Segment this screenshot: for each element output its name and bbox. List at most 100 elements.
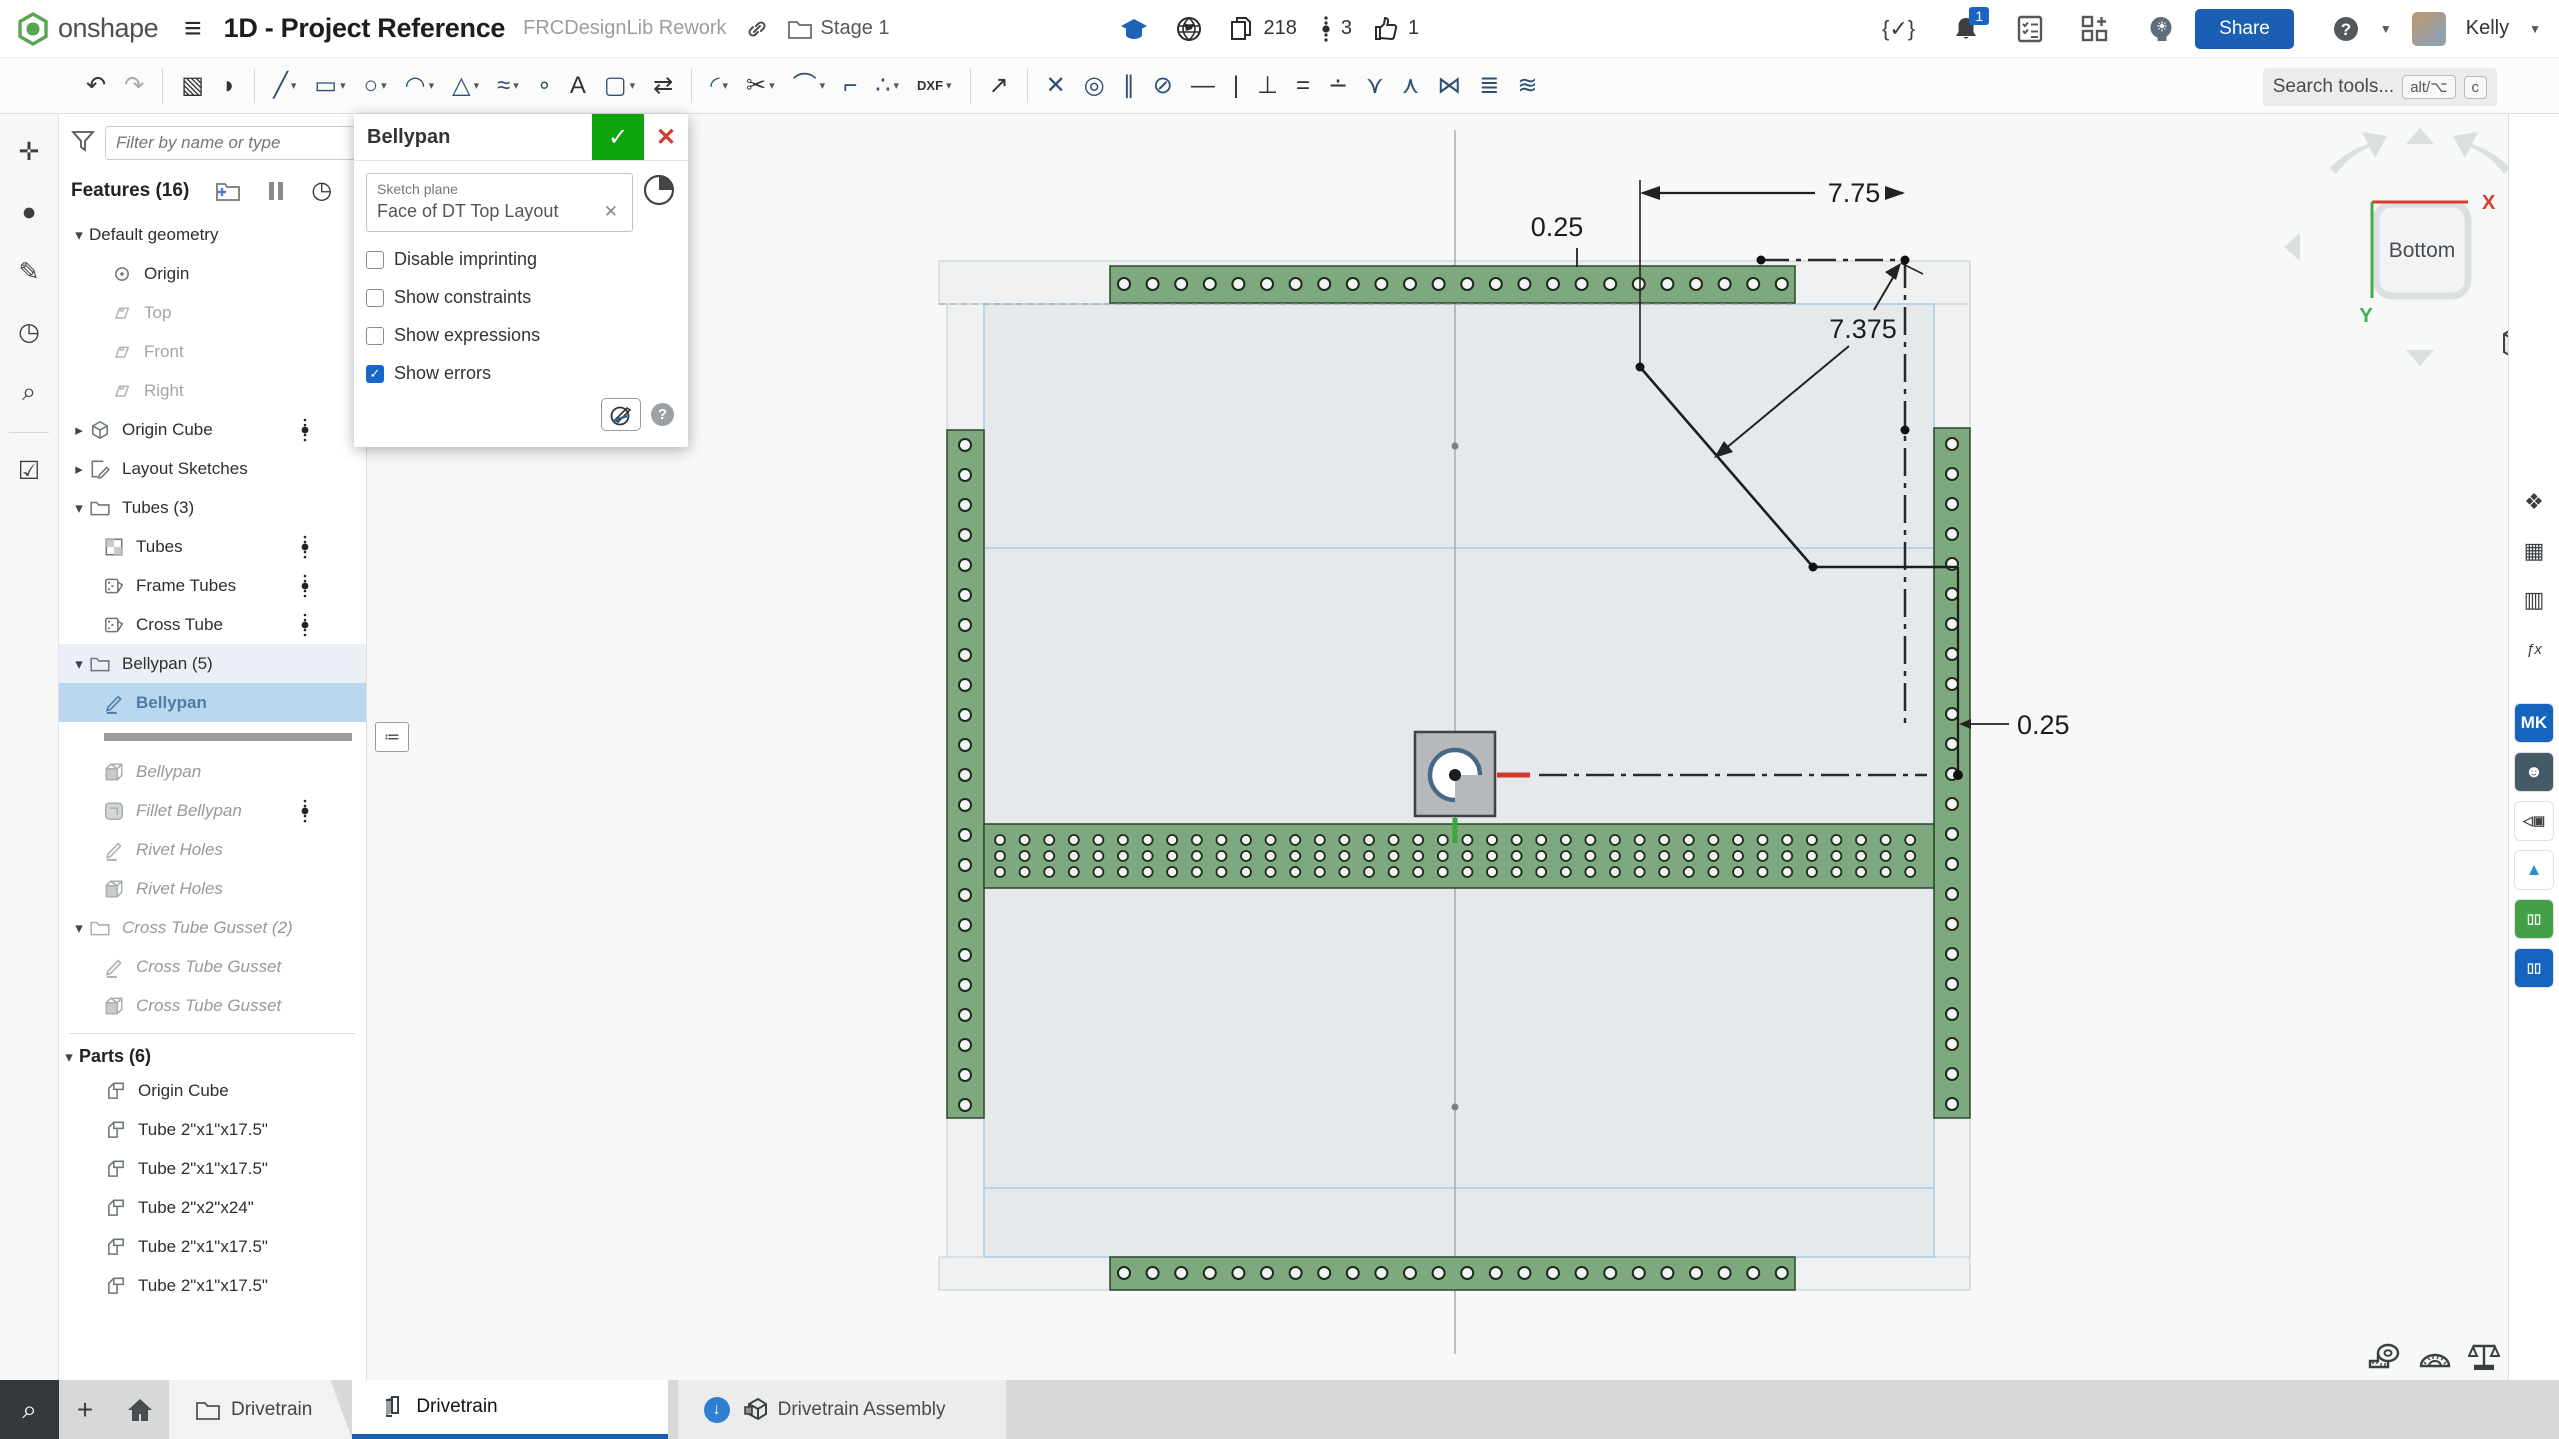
- pattern-tool-caret-icon[interactable]: ▾: [894, 79, 900, 92]
- suppress-state-icon[interactable]: [300, 417, 310, 443]
- help-icon[interactable]: ?: [2332, 15, 2360, 43]
- option-show-expressions[interactable]: Show expressions: [366, 325, 676, 346]
- share-button[interactable]: Share: [2195, 9, 2294, 49]
- feature-table-icon[interactable]: ▥: [2512, 578, 2556, 622]
- workspace-name[interactable]: Stage 1: [821, 17, 890, 40]
- import-dxf-icon[interactable]: DXF▾: [909, 75, 960, 96]
- option-show-constraints[interactable]: Show constraints: [366, 287, 676, 308]
- suppress-state-icon[interactable]: [300, 798, 310, 824]
- protractor-icon[interactable]: [2418, 1344, 2452, 1375]
- view-cube[interactable]: Bottom X Y: [2272, 122, 2508, 372]
- feature-row-origin-cube[interactable]: ▸Origin Cube: [59, 410, 366, 449]
- feature-row-cross-tube-gusset[interactable]: Cross Tube Gusset: [59, 947, 366, 986]
- middle-cross-tube[interactable]: [984, 824, 1934, 888]
- axis-point-upper[interactable]: [1452, 443, 1459, 450]
- help-lookup-icon[interactable]: ⌕: [8, 368, 50, 416]
- mirror-constraint-icon[interactable]: ⋈: [1429, 70, 1469, 102]
- slot-tool-icon[interactable]: ▢▾: [596, 70, 643, 102]
- offset-tool-icon[interactable]: ⌒▾: [785, 70, 834, 102]
- document-title[interactable]: 1D - Project Reference: [224, 13, 506, 44]
- workspace-folder-icon[interactable]: [787, 18, 813, 40]
- notifications-bell-icon[interactable]: 1: [1953, 15, 1979, 43]
- feature-filter-input[interactable]: [105, 126, 356, 160]
- arc-tool-caret-icon[interactable]: ▾: [429, 79, 435, 92]
- chevron-right-icon[interactable]: ▸: [69, 421, 89, 439]
- sketch-plane-field[interactable]: Sketch plane Face of DT Top Layout ✕: [366, 173, 633, 232]
- tangent-constraint-icon[interactable]: ⊘: [1145, 70, 1181, 102]
- right-tube[interactable]: [1934, 428, 1970, 1118]
- part-row-tube-2-x1-x17-5[interactable]: Tube 2"x1"x17.5": [59, 1227, 366, 1266]
- midpoint-constraint-icon[interactable]: ∸: [1320, 70, 1356, 102]
- suppress-state-icon[interactable]: [300, 534, 310, 560]
- normal-constraint-icon[interactable]: ≋: [1509, 70, 1545, 102]
- filter-funnel-icon[interactable]: [71, 129, 95, 158]
- bottom-tube[interactable]: [1110, 1257, 1795, 1290]
- feature-row-fillet-bellypan[interactable]: Fillet Bellypan: [59, 791, 366, 830]
- vertical-constraint-icon[interactable]: |: [1225, 70, 1247, 102]
- trim-tool-caret-icon[interactable]: ▾: [769, 79, 775, 92]
- dimension-diagonal-value[interactable]: 7.375: [1829, 314, 1897, 344]
- origin-cube-face[interactable]: [1415, 732, 1495, 816]
- feature-row-cross-tube-gusset-2[interactable]: ▾Cross Tube Gusset (2): [59, 908, 366, 947]
- new-folder-icon[interactable]: [215, 180, 241, 202]
- green-library-app-icon[interactable]: ▯▯: [2515, 900, 2553, 938]
- horizontal-constraint-icon[interactable]: —: [1183, 70, 1223, 102]
- chevron-down-icon[interactable]: ▾: [69, 499, 89, 517]
- mkcad-app-icon[interactable]: MK: [2515, 704, 2553, 742]
- import-dxf-caret-icon[interactable]: ▾: [946, 79, 952, 92]
- versions-icon[interactable]: [1321, 15, 1331, 43]
- part-row-tube-2-x2-x24[interactable]: Tube 2"x2"x24": [59, 1188, 366, 1227]
- feature-row-cross-tube[interactable]: Cross Tube: [59, 605, 366, 644]
- offset-tool-caret-icon[interactable]: ▾: [820, 79, 826, 92]
- equal-constraint-icon[interactable]: =: [1288, 70, 1318, 102]
- line-tool-icon[interactable]: ╱▾: [265, 70, 304, 102]
- ai-advisor-icon[interactable]: [2147, 15, 2175, 43]
- part-row-tube-2-x1-x17-5[interactable]: Tube 2"x1"x17.5": [59, 1110, 366, 1149]
- view-cube-face-label[interactable]: Bottom: [2389, 239, 2456, 262]
- option-show-errors[interactable]: ✓Show errors: [366, 363, 676, 384]
- dialog-confirm-button[interactable]: ✓: [592, 114, 644, 160]
- dimension-width-value[interactable]: 7.75: [1828, 178, 1881, 208]
- release-notes-icon[interactable]: ✎: [8, 248, 50, 296]
- feature-row-right[interactable]: Right: [59, 371, 366, 410]
- trim-tool-icon[interactable]: ✂▾: [738, 70, 783, 102]
- feature-row-layout-sketches[interactable]: ▸Layout Sketches: [59, 449, 366, 488]
- disable-imprinting-checkbox[interactable]: [366, 251, 384, 269]
- tab-search-icon[interactable]: ⌕: [0, 1380, 59, 1439]
- polygon-tool-caret-icon[interactable]: ▾: [474, 79, 480, 92]
- rollback-bar[interactable]: [104, 733, 352, 741]
- slot-tool-caret-icon[interactable]: ▾: [630, 79, 636, 92]
- public-globe-icon[interactable]: [1176, 16, 1202, 42]
- checklist-panel-icon[interactable]: ☑: [8, 447, 50, 495]
- robot-builder-app-icon[interactable]: ☻: [2515, 753, 2553, 791]
- sketch-region-icon[interactable]: ▧: [173, 70, 212, 102]
- feature-row-origin[interactable]: Origin: [59, 254, 366, 293]
- chevron-down-icon[interactable]: ▾: [69, 226, 89, 244]
- parts-chevron-icon[interactable]: ▾: [59, 1048, 79, 1066]
- spline-tool-icon[interactable]: ≈▾: [489, 70, 527, 102]
- dimension-offset-right-value[interactable]: 0.25: [2017, 710, 2070, 740]
- part-row-tube-2-x1-x17-5[interactable]: Tube 2"x1"x17.5": [59, 1266, 366, 1305]
- link-icon[interactable]: [745, 17, 769, 41]
- insert-feature-icon[interactable]: ✛: [8, 128, 50, 176]
- copies-icon[interactable]: [1230, 16, 1254, 42]
- line-tool-caret-icon[interactable]: ▾: [291, 79, 297, 92]
- feature-row-frame-tubes[interactable]: Frame Tubes: [59, 566, 366, 605]
- user-menu-caret-icon[interactable]: ▼: [2529, 22, 2541, 36]
- concentric-constraint-icon[interactable]: ◎: [1076, 70, 1113, 102]
- chevron-down-icon[interactable]: ▾: [69, 919, 89, 937]
- feature-row-top[interactable]: Top: [59, 293, 366, 332]
- show-constraints-checkbox[interactable]: [366, 289, 384, 307]
- feature-row-bellypan[interactable]: Bellypan: [59, 683, 366, 722]
- suppress-state-icon[interactable]: [300, 612, 310, 638]
- scale-balance-icon[interactable]: [2468, 1343, 2500, 1376]
- feature-row-front[interactable]: Front: [59, 332, 366, 371]
- featurescript-check-icon[interactable]: {✓}: [1882, 16, 1915, 42]
- sketch-origin-point[interactable]: [1449, 769, 1461, 781]
- sketch-plane-value[interactable]: Face of DT Top Layout: [377, 201, 600, 222]
- home-tab-icon[interactable]: [111, 1380, 169, 1439]
- dialog-cancel-button[interactable]: ✕: [644, 114, 688, 160]
- symmetric-constraint-icon[interactable]: ⋎: [1358, 70, 1392, 102]
- feature-row-bellypan[interactable]: Bellypan: [59, 752, 366, 791]
- undo-icon[interactable]: ↶: [78, 70, 114, 102]
